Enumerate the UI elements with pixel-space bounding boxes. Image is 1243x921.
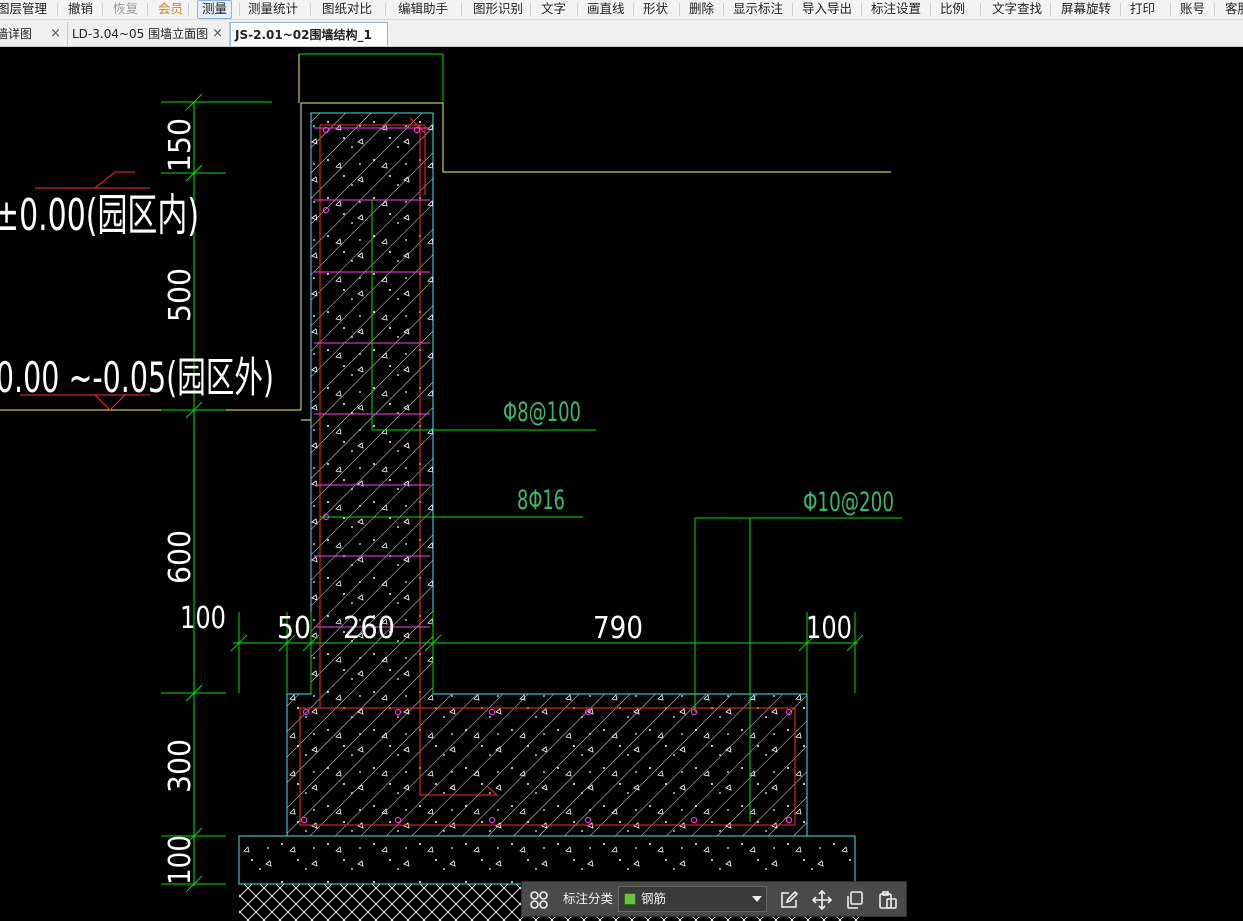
vdim-150: 150 — [163, 118, 198, 172]
toolbar-separator — [1170, 3, 1171, 16]
toolbar-separator — [188, 3, 189, 16]
rebar-base-label: Φ10@200 — [803, 487, 894, 518]
toolbar-item[interactable]: 屏幕旋转 — [1061, 0, 1111, 19]
category-selected-value: 钢筋 — [641, 891, 667, 906]
rebar-labels: Φ8@100 8Φ16 Φ10@200 — [503, 397, 894, 518]
vdim-300: 300 — [163, 739, 198, 793]
toolbar-separator — [1214, 3, 1215, 16]
close-icon[interactable]: × — [212, 22, 223, 46]
annotation-category-label: 标注分类 — [563, 891, 614, 906]
toolbar-separator — [861, 3, 862, 16]
elevation-top-label: ±0.00(园区内) — [0, 190, 199, 241]
document-tab[interactable]: 墙详图 × — [0, 22, 68, 46]
toolbar-separator — [792, 3, 793, 16]
hdim-100-right: 100 — [806, 611, 852, 646]
elevation-bottom-label: ±0.00 ~-0.05(园区外) — [0, 353, 274, 402]
chevron-down-icon — [752, 896, 762, 902]
hdim-790: 790 — [593, 611, 643, 646]
rebar-main-label: 8Φ16 — [517, 485, 565, 516]
hdim-260: 260 — [343, 611, 395, 646]
document-tabs: 墙详图×LD-3.04~05 围墙立面图×JS-2.01~02围墙结构_1 — [0, 20, 1243, 47]
rebar-stirrup-label: Φ8@100 — [503, 397, 581, 428]
toolbar-item[interactable]: 编辑助手 — [398, 0, 448, 19]
toolbar-separator — [1050, 3, 1051, 16]
toolbar-separator — [385, 3, 386, 16]
document-tab[interactable]: LD-3.04~05 围墙立面图 × — [68, 22, 230, 46]
toolbar-item[interactable]: 客服 — [1225, 0, 1243, 19]
toolbar-separator — [102, 3, 103, 16]
vdim-600: 600 — [163, 530, 198, 584]
toolbar-item[interactable]: 文字查找 — [992, 0, 1042, 19]
toolbar-item[interactable]: 删除 — [689, 0, 714, 19]
toolbar-item[interactable]: 图层管理 — [0, 0, 47, 19]
toolbar-item[interactable]: 测量 — [197, 0, 233, 19]
toolbar-item[interactable]: 画直线 — [587, 0, 625, 19]
drawing-canvas[interactable]: ±0.00(园区内) ±0.00 ~-0.05(园区外) 150 500 600… — [0, 47, 1243, 921]
annotation-floating-toolbar: 标注分类 钢筋 — [521, 881, 907, 917]
category-color-swatch — [624, 893, 636, 905]
tab-label: LD-3.04~05 围墙立面图 — [72, 27, 209, 41]
close-icon[interactable]: × — [50, 22, 61, 46]
toolbar-item[interactable]: 图纸对比 — [322, 0, 372, 19]
toolbar-item[interactable]: 导入导出 — [802, 0, 852, 19]
tab-label: JS-2.01~02围墙结构_1 — [235, 28, 372, 42]
vdim-100: 100 — [163, 835, 198, 885]
edit-icon[interactable] — [779, 890, 799, 910]
toolbar-separator — [57, 3, 58, 16]
toolbar-item[interactable]: 形状 — [643, 0, 668, 19]
toolbar-item[interactable]: 打印 — [1130, 0, 1155, 19]
tab-label: 墙详图 — [0, 27, 33, 41]
toolbar-separator — [679, 3, 680, 16]
hdim-100-left: 100 — [180, 601, 226, 636]
toolbar-separator — [530, 3, 531, 16]
toolbar-separator — [1120, 3, 1121, 16]
vdim-500: 500 — [163, 268, 198, 322]
toolbar-separator — [723, 3, 724, 16]
toolbar-separator — [310, 3, 311, 16]
hdim-50: 50 — [277, 611, 311, 646]
toolbar-separator — [633, 3, 634, 16]
toolbar: 图层管理 撤销 恢复 会员 测量 测量统计 图纸对比 编辑助手 图形识别 文字 画直线 形状 删除 显示标… — [0, 0, 1243, 20]
annotation-category-select[interactable]: 钢筋 — [618, 886, 767, 912]
move-icon[interactable] — [811, 889, 833, 911]
toolbar-item[interactable]: 测量统计 — [248, 0, 298, 19]
toolbar-item[interactable]: 撤销 — [68, 0, 93, 19]
toolbar-item[interactable]: 文字 — [541, 0, 566, 19]
copy-icon[interactable] — [845, 890, 865, 910]
toolbar-item: 恢复 — [113, 1, 139, 16]
toolbar-separator — [461, 3, 462, 16]
toolbar-separator — [577, 3, 578, 16]
toolbar-item[interactable]: 账号 — [1180, 0, 1205, 19]
toolbar-item[interactable]: 会员 — [158, 0, 183, 19]
base-pad — [238, 835, 856, 885]
paste-icon[interactable] — [878, 890, 898, 910]
grid-icon[interactable] — [529, 890, 549, 910]
toolbar-item[interactable]: 显示标注 — [733, 0, 783, 19]
toolbar-separator — [147, 3, 148, 16]
toolbar-separator — [239, 3, 240, 16]
toolbar-item[interactable]: 比例 — [940, 0, 965, 19]
wall-section — [286, 112, 808, 837]
toolbar-item[interactable]: 图形识别 — [473, 0, 523, 19]
toolbar-separator — [930, 3, 931, 16]
document-tab[interactable]: JS-2.01~02围墙结构_1 — [230, 22, 388, 46]
toolbar-separator — [980, 3, 981, 16]
toolbar-item[interactable]: 标注设置 — [871, 0, 921, 19]
